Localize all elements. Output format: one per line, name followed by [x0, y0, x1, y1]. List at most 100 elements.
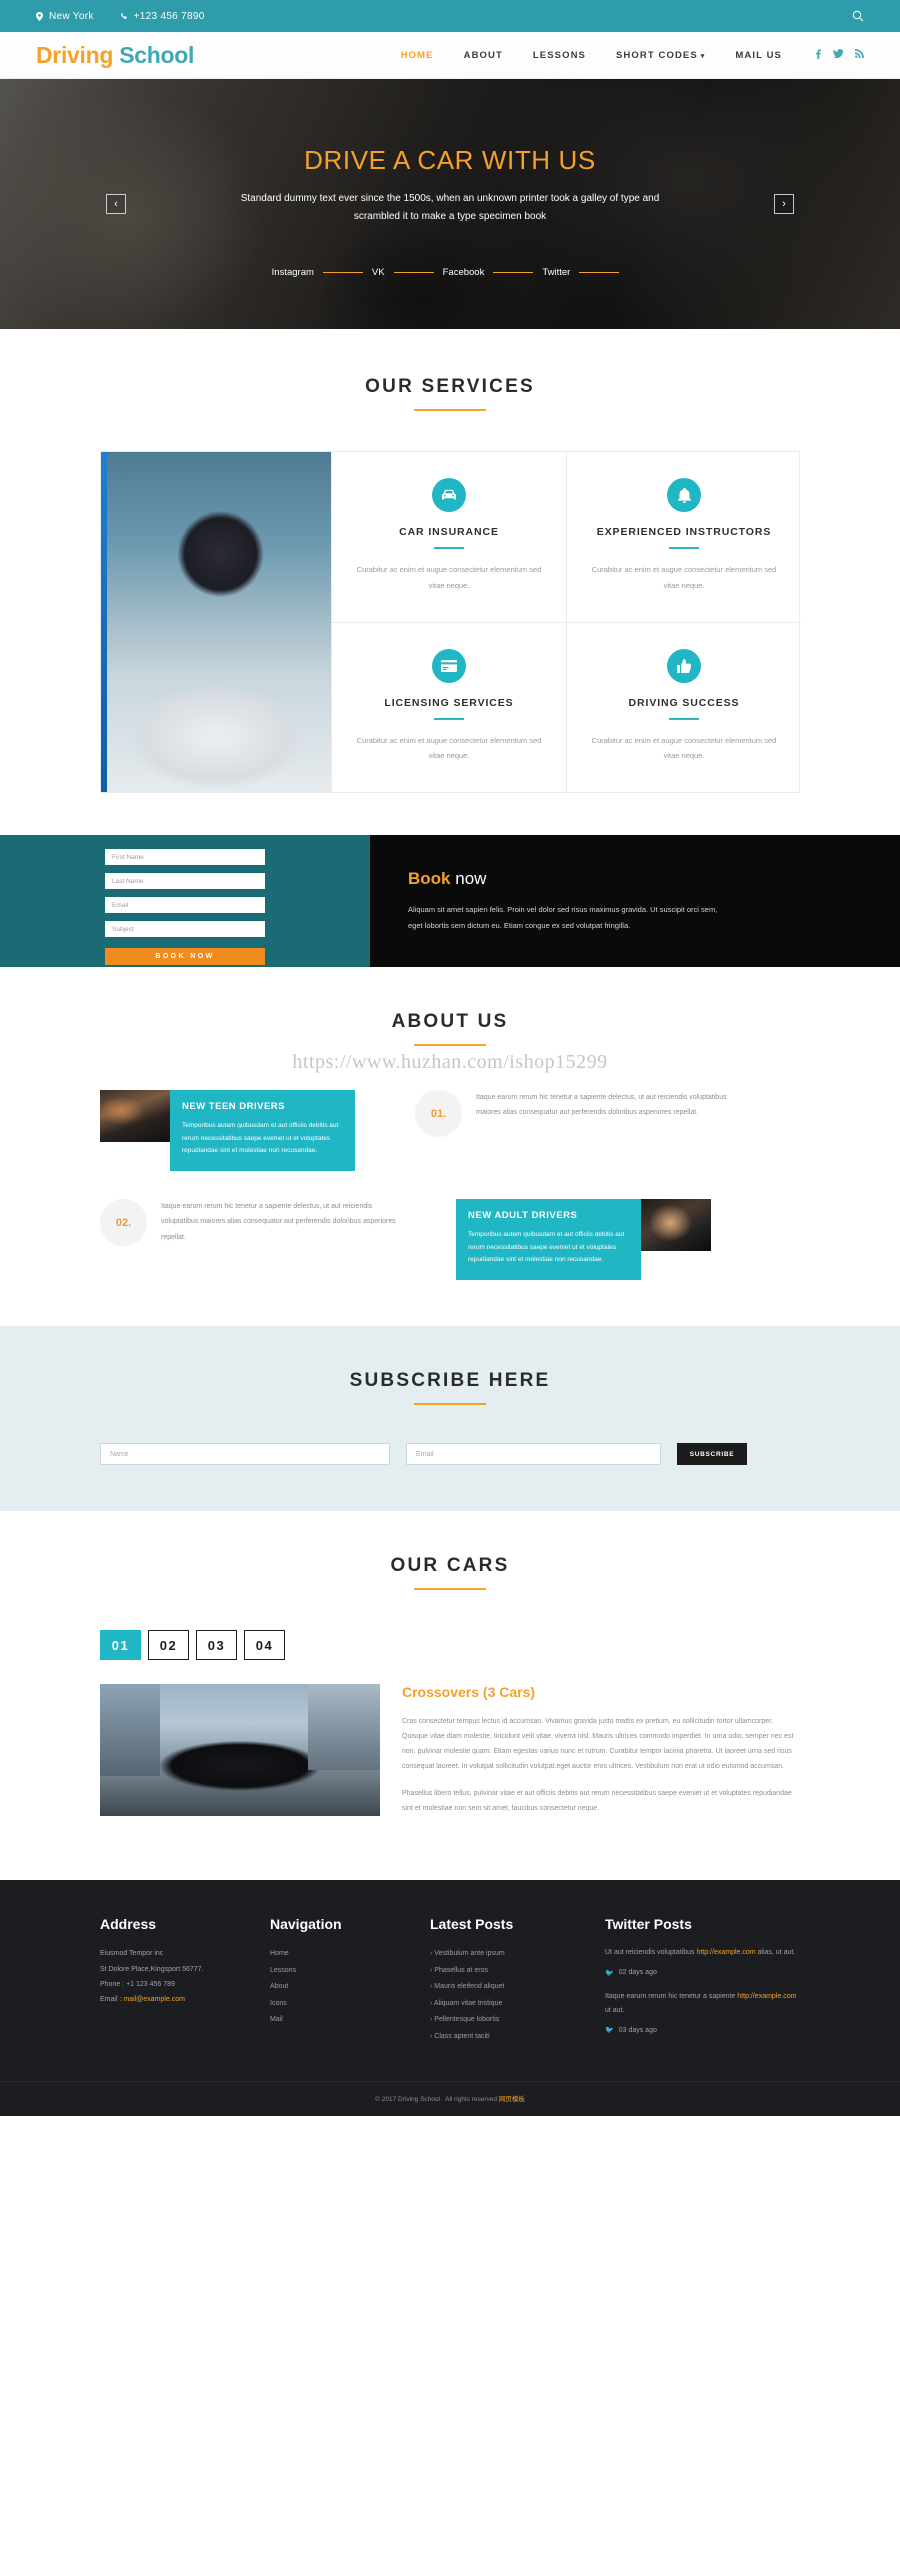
car-paragraph-1: Cras consectetur tempus lectus id accums… [402, 1718, 794, 1771]
footer-nav-item-mail[interactable]: Mail [270, 2012, 430, 2028]
subscribe-title-underline [414, 1403, 486, 1406]
cars-title-underline [414, 1588, 486, 1591]
footer-post-item[interactable]: Vestibulum ante ipsum [430, 1946, 605, 1962]
hero-social-divider [393, 271, 434, 273]
footer-tweet-2: Itaque earum rerum hic tenetur a sapient… [605, 1990, 800, 2017]
subject-input[interactable] [105, 921, 265, 937]
service-card-licensing-services[interactable]: LICENSING SERVICES Curabitur ac enim et … [331, 621, 566, 792]
bell-icon [667, 478, 701, 512]
footer-email-link[interactable]: mail@example.com [123, 1996, 185, 2003]
tweet-link[interactable]: http://example.com [737, 1993, 796, 2000]
footer-address-email-row: Email : mail@example.com [100, 1992, 270, 2007]
nav-item-lessons[interactable]: LESSONS [533, 50, 586, 61]
service-underline [669, 547, 699, 549]
footer-post-item[interactable]: Phasellus at eros [430, 1963, 605, 1979]
footer-email-label: Email : [100, 1996, 124, 2004]
nav-item-short-codes[interactable]: SHORT CODES ▾ [616, 50, 705, 61]
tweet-post: alias, ut aut. [755, 1949, 796, 1957]
about-card-teen-drivers: NEW TEEN DRIVERS Temporibus autem quibus… [170, 1090, 355, 1172]
hero-social-facebook[interactable]: Facebook [443, 267, 485, 278]
booking-info: Book now Aliquam sit amet sapien felis. … [370, 835, 900, 967]
thumbs-up-icon [667, 648, 701, 683]
rss-icon[interactable] [855, 48, 864, 62]
booking-section: BOOK NOW Book now Aliquam sit amet sapie… [0, 835, 900, 967]
service-card-driving-success[interactable]: DRIVING SUCCESS Curabitur ac enim et aug… [566, 621, 801, 792]
service-text: Curabitur ac enim et augue consectetur e… [356, 735, 542, 761]
hero-social-divider [493, 271, 534, 273]
hero-slider: ‹ › DRIVE A CAR WITH US Standard dummy t… [0, 79, 900, 329]
footer-nav-item-lessons[interactable]: Lessons [270, 1963, 430, 1979]
cars-title: OUR CARS [390, 1555, 510, 1577]
hero-social-instagram[interactable]: Instagram [272, 267, 314, 278]
hero-content: DRIVE A CAR WITH US Standard dummy text … [0, 79, 900, 329]
page-root: New York +123 456 7890 Driving School HO… [0, 0, 900, 2117]
cars-tab-04[interactable]: 04 [244, 1630, 285, 1661]
hero-social-divider [322, 271, 363, 273]
tweet-time: 02 days ago [618, 1969, 657, 1977]
about-section: ABOUT US https://www.huzhan.com/ishop152… [0, 967, 900, 1326]
footer-column-latest-posts: Latest Posts Vestibulum ante ipsum Phase… [430, 1916, 605, 2047]
copyright-link[interactable]: 网页模板 [499, 2096, 525, 2103]
subscribe-button[interactable]: SUBSCRIBE [677, 1443, 747, 1466]
service-text: Curabitur ac enim et augue consectetur e… [356, 565, 542, 590]
cars-tab-02[interactable]: 02 [148, 1630, 189, 1661]
service-underline [434, 717, 464, 720]
tweet-pre: Ut aut reiciendis voluptatibus [605, 1949, 697, 1957]
footer-address-street: St Dolore Place,Kingsport 56777. [100, 1965, 204, 1973]
service-title: EXPERIENCED INSTRUCTORS [596, 526, 772, 538]
service-card-car-insurance[interactable]: CAR INSURANCE Curabitur ac enim et augue… [331, 452, 566, 622]
cars-tab-01[interactable]: 01 [100, 1630, 141, 1661]
footer-post-item[interactable]: Mauris eleifend aliquet [430, 1979, 605, 1995]
search-icon[interactable] [852, 10, 864, 22]
footer-nav-item-about[interactable]: About [270, 1979, 430, 1995]
about-card-adult-drivers: NEW ADULT DRIVERS Temporibus autem quibu… [456, 1199, 641, 1281]
footer-navigation-title: Navigation [270, 1916, 342, 1933]
first-name-input[interactable] [105, 849, 265, 865]
twitter-icon[interactable] [833, 48, 844, 62]
hero-title: DRIVE A CAR WITH US [304, 144, 596, 175]
copyright-bar: © 2017 Driving School . All rights reser… [0, 2081, 900, 2116]
footer-post-item[interactable]: Aliquam vitae tristique [430, 1996, 605, 2012]
last-name-input[interactable] [105, 873, 265, 889]
car-photo [100, 1684, 380, 1817]
cars-tab-list: 01 02 03 04 [100, 1630, 800, 1661]
footer-posts-list: Vestibulum ante ipsum Phasellus at eros … [430, 1946, 605, 2045]
card-icon [432, 648, 466, 683]
site-logo[interactable]: Driving School [36, 42, 194, 69]
about-card-text: Temporibus autem quibusdam et aut offici… [468, 1231, 625, 1264]
nav-item-about[interactable]: ABOUT [464, 50, 503, 61]
cars-tab-03[interactable]: 03 [196, 1630, 237, 1661]
services-grid: CAR INSURANCE Curabitur ac enim et augue… [100, 451, 801, 793]
footer-nav-item-icons[interactable]: Icons [270, 1996, 430, 2012]
nav-item-home[interactable]: HOME [401, 50, 434, 61]
tweet-link[interactable]: http://example.com [696, 1949, 755, 1956]
book-now-button[interactable]: BOOK NOW [105, 948, 265, 965]
services-photo [101, 452, 331, 792]
nav-item-mail-us[interactable]: MAIL US [735, 50, 782, 61]
footer-columns: Address Eiusmod Tempor inc St Dolore Pla… [100, 1916, 800, 2047]
phone-icon [120, 12, 128, 20]
subscribe-email-input[interactable] [406, 1443, 661, 1466]
hero-social-twitter[interactable]: Twitter [542, 267, 570, 278]
subscribe-name-input[interactable] [100, 1443, 390, 1466]
car-paragraph-2: Phasellus libero tellus, pulvinar vitae … [402, 1790, 792, 1813]
about-number-02: 02. [100, 1199, 147, 1247]
footer-post-item[interactable]: Class aptent taciti [430, 2029, 605, 2045]
map-pin-icon [36, 11, 43, 21]
chevron-down-icon: ▾ [700, 52, 706, 60]
tweet-time: 03 days ago [618, 2026, 657, 2034]
service-underline [434, 547, 464, 549]
booking-heading-now: now [455, 869, 487, 888]
footer-post-item[interactable]: Pellentesque lobortis [430, 2012, 605, 2028]
hero-social-vk[interactable]: VK [372, 267, 385, 278]
footer-nav-item-home[interactable]: Home [270, 1946, 430, 1962]
booking-form: BOOK NOW [0, 835, 370, 967]
hero-next-button[interactable]: › [774, 194, 794, 214]
facebook-icon[interactable] [816, 49, 821, 62]
footer-twitter-title: Twitter Posts [605, 1916, 692, 1933]
service-text: Curabitur ac enim et augue consectetur e… [591, 565, 777, 590]
email-input[interactable] [105, 897, 265, 913]
service-card-experienced-instructors[interactable]: EXPERIENCED INSTRUCTORS Curabitur ac eni… [566, 452, 801, 622]
hero-prev-button[interactable]: ‹ [106, 194, 126, 214]
footer-address-phone: Phone : +1 123 456 789 [100, 1981, 175, 1989]
